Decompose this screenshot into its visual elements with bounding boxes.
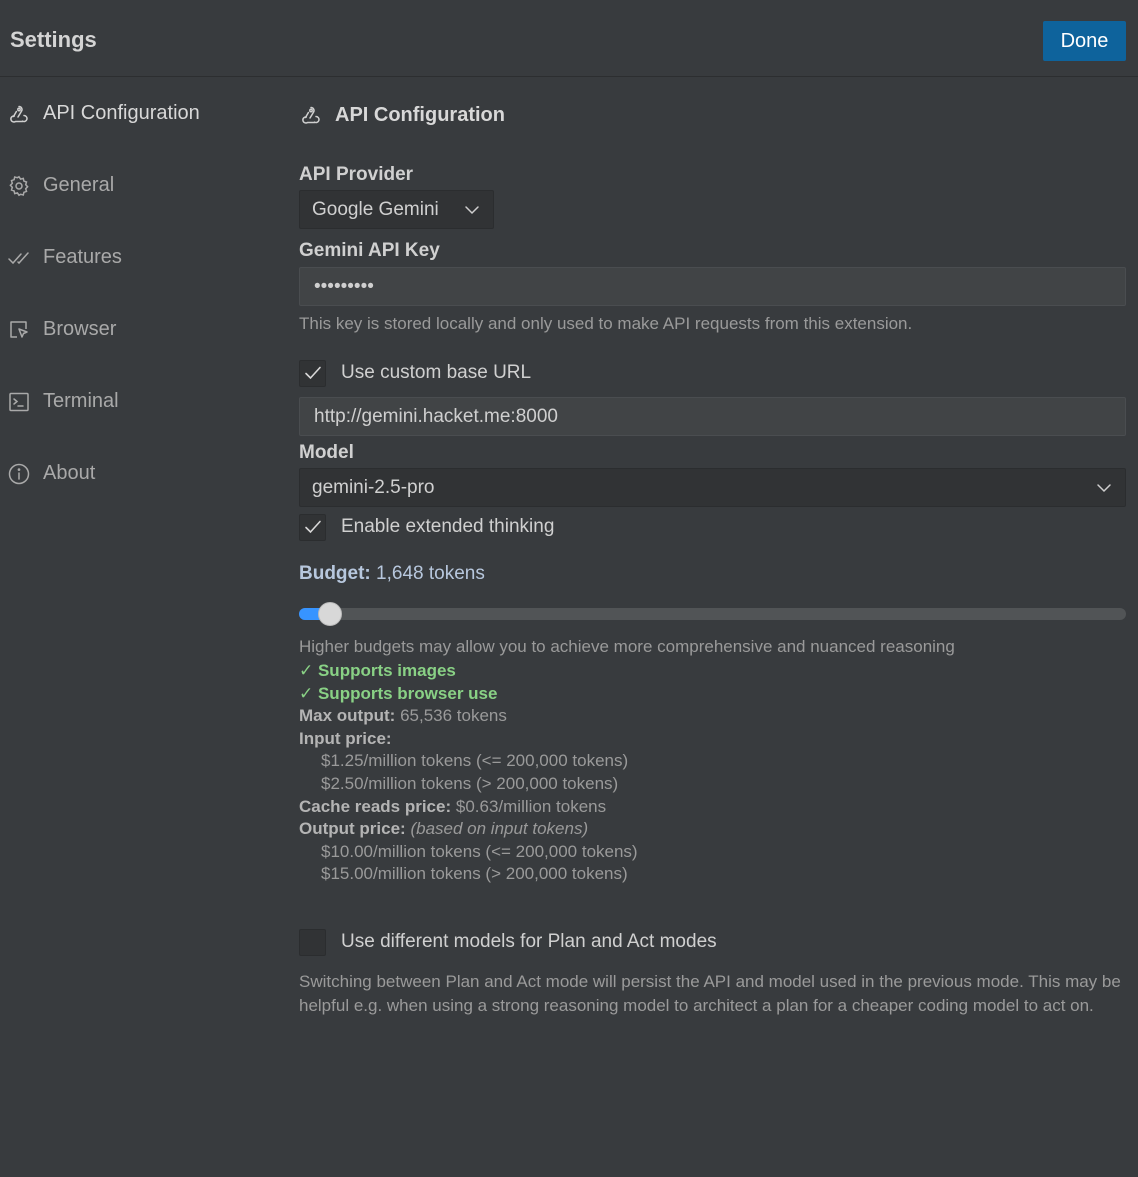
cache-reads-value: $0.63/million tokens <box>455 796 607 816</box>
input-price-tier-2: $2.50/million tokens (> 200,000 tokens) <box>321 773 619 793</box>
output-price-label: Output price: <box>299 819 406 839</box>
extended-thinking-checkbox[interactable] <box>299 513 326 541</box>
api-key-input[interactable] <box>299 267 1126 306</box>
chevron-down-icon <box>463 201 481 219</box>
budget-value: 1,648 tokens <box>376 563 485 584</box>
info-icon <box>6 462 32 486</box>
budget-slider-thumb[interactable] <box>317 602 342 626</box>
section-title: API Configuration <box>299 101 505 129</box>
webhook-icon <box>6 102 32 126</box>
done-button[interactable]: Done <box>1043 21 1126 61</box>
max-output-label: Max output: <box>299 706 396 726</box>
api-provider-value: Google Gemini <box>312 198 439 220</box>
sidebar-item-label: About <box>43 462 96 484</box>
cache-reads-row: Cache reads price: $0.63/million tokens <box>299 796 638 819</box>
api-key-label: Gemini API Key <box>299 240 440 261</box>
sidebar-item-label: Features <box>43 246 122 268</box>
sidebar-item-label: Terminal <box>43 390 119 412</box>
model-select[interactable]: gemini-2.5-pro <box>299 468 1126 507</box>
model-value: gemini-2.5-pro <box>312 476 435 498</box>
gear-icon <box>6 174 32 198</box>
sidebar-item-about[interactable]: About <box>0 453 270 493</box>
api-provider-label: API Provider <box>299 164 414 185</box>
output-price-note: (based on input tokens) <box>410 819 589 839</box>
output-price-tier-2: $15.00/million tokens (> 200,000 tokens) <box>321 864 628 884</box>
sidebar-item-browser[interactable]: Browser <box>0 309 270 349</box>
sidebar-item-label: Browser <box>43 318 117 340</box>
output-price-row: Output price: (based on input tokens) <box>299 818 638 841</box>
supports-images-text: ✓ Supports images <box>299 661 456 680</box>
extended-thinking-checkbox-row[interactable]: Enable extended thinking <box>299 513 554 541</box>
input-price-label: Input price: <box>299 728 392 748</box>
api-provider-select[interactable]: Google Gemini <box>299 190 494 229</box>
budget-slider[interactable] <box>299 602 1126 626</box>
settings-header: Settings Done <box>0 0 1138 77</box>
input-price-tier-1: $1.25/million tokens (<= 200,000 tokens) <box>321 751 629 771</box>
checkmark-icon <box>304 366 321 380</box>
max-output-value: 65,536 tokens <box>400 706 507 726</box>
terminal-icon <box>6 390 32 414</box>
check-double-icon <box>6 246 32 270</box>
sidebar-item-general[interactable]: General <box>0 165 270 205</box>
browser-cursor-icon <box>6 318 32 342</box>
plan-act-checkbox[interactable] <box>299 928 326 956</box>
custom-base-url-label: Use custom base URL <box>341 362 532 383</box>
plan-act-label: Use different models for Plan and Act mo… <box>341 931 717 952</box>
extended-thinking-label: Enable extended thinking <box>341 516 555 537</box>
model-label: Model <box>299 442 354 463</box>
budget-label-prefix: Budget: <box>299 563 371 584</box>
sidebar-item-api-configuration[interactable]: API Configuration <box>0 93 270 133</box>
budget-description: Higher budgets may allow you to achieve … <box>299 637 955 656</box>
section-title-text: API Configuration <box>335 103 505 126</box>
base-url-input[interactable] <box>299 397 1126 436</box>
supports-browser-text: ✓ Supports browser use <box>299 683 498 703</box>
max-output-row: Max output: 65,536 tokens <box>299 705 638 728</box>
model-info: ✓ Supports images ✓ Supports browser use… <box>299 660 638 886</box>
budget-label: Budget: 1,648 tokens <box>299 563 485 585</box>
api-key-description: This key is stored locally and only used… <box>299 314 913 333</box>
output-price-tier-1: $10.00/million tokens (<= 200,000 tokens… <box>321 841 638 861</box>
webhook-icon <box>299 103 325 127</box>
custom-base-url-checkbox[interactable] <box>299 359 326 387</box>
custom-base-url-checkbox-row[interactable]: Use custom base URL <box>299 359 531 387</box>
cache-reads-label: Cache reads price: <box>299 796 452 816</box>
plan-act-checkbox-row[interactable]: Use different models for Plan and Act mo… <box>299 928 717 956</box>
checkmark-icon <box>304 520 321 534</box>
chevron-down-icon <box>1095 479 1113 497</box>
plan-act-description: Switching between Plan and Act mode will… <box>299 972 1121 1015</box>
input-price-row: Input price: <box>299 728 638 751</box>
page-title: Settings <box>10 27 97 52</box>
sidebar-item-terminal[interactable]: Terminal <box>0 381 270 421</box>
sidebar-item-label: General <box>43 174 115 196</box>
sidebar-item-features[interactable]: Features <box>0 237 270 277</box>
sidebar-item-label: API Configuration <box>43 102 200 124</box>
